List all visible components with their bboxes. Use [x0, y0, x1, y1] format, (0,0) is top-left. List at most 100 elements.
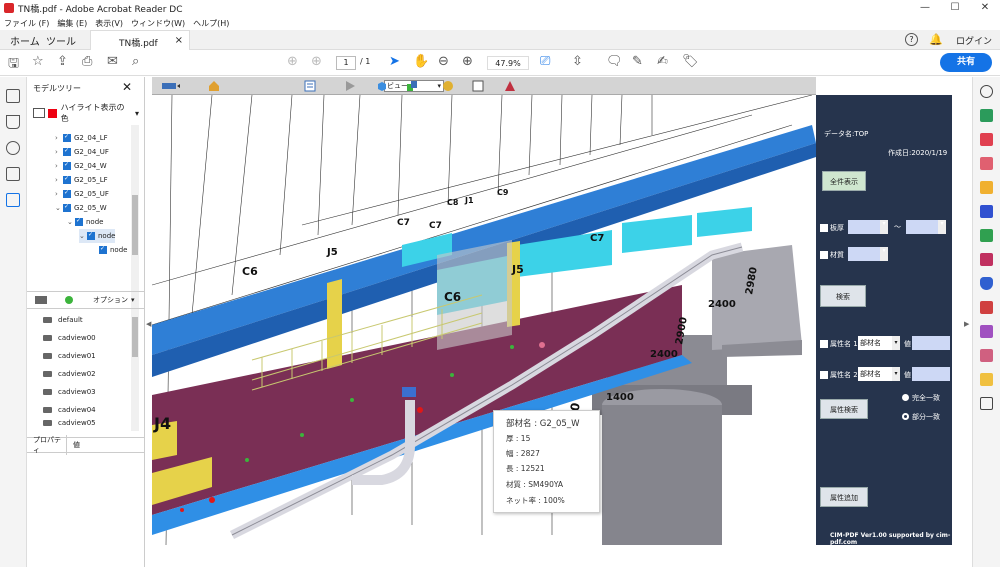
tree-item[interactable]: › G2_05_LF: [55, 173, 108, 187]
chevron-down-icon[interactable]: ⌄: [55, 204, 63, 212]
chevron-down-icon[interactable]: ▾: [880, 220, 888, 234]
collapse-left-icon[interactable]: ◀: [146, 320, 151, 328]
chevron-right-icon[interactable]: ›: [55, 190, 63, 198]
attr1-checkbox[interactable]: [820, 340, 828, 348]
next-page-icon[interactable]: ⊕: [311, 54, 322, 69]
fill-sign-icon[interactable]: [980, 253, 993, 266]
menu-file[interactable]: ファイル (F): [4, 18, 49, 29]
page-number-input[interactable]: 1: [336, 56, 356, 70]
tree-item[interactable]: › G2_04_W: [55, 159, 107, 173]
model-tree-icon[interactable]: [6, 193, 20, 207]
menu-help[interactable]: ヘルプ(H): [193, 18, 229, 29]
view-item[interactable]: cadview04: [27, 401, 131, 419]
attribute-search-button[interactable]: 属性検索: [820, 399, 868, 419]
tab-home[interactable]: ホーム: [10, 33, 40, 48]
view-item[interactable]: cadview00: [27, 329, 131, 347]
chevron-right-icon[interactable]: ›: [55, 134, 63, 142]
tab-tools[interactable]: ツール: [46, 33, 76, 48]
tree-item[interactable]: › G2_04_UF: [55, 145, 109, 159]
checkbox[interactable]: [63, 133, 71, 142]
checkbox[interactable]: [63, 175, 71, 184]
stamp-icon[interactable]: 🏷: [682, 54, 699, 69]
views-scrollbar[interactable]: [131, 311, 139, 431]
save-icon[interactable]: 🖫: [8, 54, 19, 76]
comment-icon[interactable]: 🗨: [606, 54, 623, 69]
scroll-thumb[interactable]: [132, 195, 138, 255]
menu-view[interactable]: 表示(V): [95, 18, 123, 29]
thickness-min-field[interactable]: ▾: [848, 220, 888, 234]
highlight-color-row[interactable]: ハイライト表示の色 ▾: [33, 103, 139, 123]
organize-pages-icon[interactable]: [980, 229, 993, 242]
attr1-value-field[interactable]: [912, 336, 950, 350]
view-item[interactable]: cadview03: [27, 383, 131, 401]
upload-icon[interactable]: ⇪: [57, 54, 68, 69]
chevron-down-icon[interactable]: ▾: [938, 220, 946, 234]
chevron-right-icon[interactable]: ›: [55, 162, 63, 170]
certificates-icon[interactable]: [980, 349, 993, 362]
bridge-model[interactable]: C6 C6 J5 J5 C7 C7 C7 C8 J1 C9 J4 1400 24…: [152, 95, 816, 545]
tree-item-selected[interactable]: ⌄ node: [79, 229, 116, 243]
tab-document[interactable]: TN橋.pdf ×: [90, 30, 190, 51]
close-tab-icon[interactable]: ×: [175, 35, 183, 46]
tree-item[interactable]: node: [99, 243, 127, 257]
login-link[interactable]: ログイン: [956, 34, 992, 47]
model-tree-toggle-icon[interactable]: [304, 80, 316, 92]
attr1-select[interactable]: 部材名 ▾: [858, 336, 900, 350]
highlight-pen-icon[interactable]: ✎: [632, 54, 643, 69]
bell-icon[interactable]: 🔔: [929, 33, 943, 46]
partial-match-radio[interactable]: [902, 413, 909, 420]
home-view-icon[interactable]: [208, 80, 220, 92]
material-field[interactable]: ▾: [848, 247, 888, 261]
3d-viewport[interactable]: C6 C6 J5 J5 C7 C7 C7 C8 J1 C9 J4 1400 24…: [152, 95, 816, 545]
bookmarks-icon[interactable]: [6, 115, 20, 129]
chevron-down-icon[interactable]: ▾: [135, 109, 139, 118]
create-pdf-icon[interactable]: [980, 109, 993, 122]
tree-item[interactable]: ⌄ node: [67, 215, 103, 229]
options-label[interactable]: オプション: [93, 295, 128, 305]
edit-pdf-icon[interactable]: [980, 157, 993, 170]
zoom-level-select[interactable]: 47.9%: [487, 56, 529, 70]
scroll-thumb[interactable]: [132, 317, 138, 357]
more-tools-icon[interactable]: [980, 397, 993, 410]
tree-item[interactable]: ⌄ G2_05_W: [55, 201, 107, 215]
checkbox[interactable]: [63, 161, 71, 170]
background-color-icon[interactable]: [472, 80, 484, 92]
tree-item[interactable]: › G2_04_LF: [55, 131, 108, 145]
view-item[interactable]: default: [27, 311, 131, 329]
optimize-pdf-icon[interactable]: [980, 301, 993, 314]
maximize-button[interactable]: ☐: [940, 0, 970, 16]
chevron-down-icon[interactable]: ⌄: [67, 218, 75, 226]
attr2-select[interactable]: 部材名 ▾: [858, 367, 900, 381]
help-icon[interactable]: ?: [905, 33, 918, 46]
attr2-value-field[interactable]: [912, 367, 950, 381]
search-icon[interactable]: ⌕: [132, 54, 139, 69]
thickness-checkbox[interactable]: [820, 224, 828, 232]
select-arrow-icon[interactable]: ➤: [389, 54, 400, 69]
layers-icon[interactable]: [6, 167, 20, 181]
protect-icon[interactable]: [980, 277, 993, 290]
projection-icon[interactable]: [376, 80, 388, 92]
combine-files-icon[interactable]: [980, 205, 993, 218]
material-checkbox[interactable]: [820, 251, 828, 259]
show-all-button[interactable]: 全件表示: [822, 171, 866, 191]
zoom-tool-icon[interactable]: [980, 85, 993, 98]
chevron-down-icon[interactable]: ▾: [131, 296, 135, 304]
checkbox[interactable]: [99, 245, 107, 254]
page-thumbnails-icon[interactable]: [6, 89, 20, 103]
export-pdf-icon[interactable]: [980, 133, 993, 146]
fit-page-icon[interactable]: ⎚: [540, 54, 550, 69]
zoom-in-icon[interactable]: ⊕: [462, 54, 473, 69]
chevron-down-icon[interactable]: ▾: [880, 247, 888, 261]
view-item[interactable]: cadview01: [27, 347, 131, 365]
print-icon[interactable]: ⎙: [82, 54, 92, 69]
search-button[interactable]: 検索: [820, 285, 866, 307]
checkbox[interactable]: [75, 217, 83, 226]
attachments-icon[interactable]: [6, 141, 20, 155]
thickness-max-field[interactable]: ▾: [906, 220, 946, 234]
email-icon[interactable]: ✉: [107, 54, 118, 69]
view-item[interactable]: cadview02: [27, 365, 131, 383]
list-view-icon[interactable]: [33, 108, 45, 118]
bookmark-star-icon[interactable]: ☆: [32, 54, 44, 69]
comment-tool-icon[interactable]: [980, 181, 993, 194]
chevron-down-icon[interactable]: ⌄: [79, 232, 87, 240]
